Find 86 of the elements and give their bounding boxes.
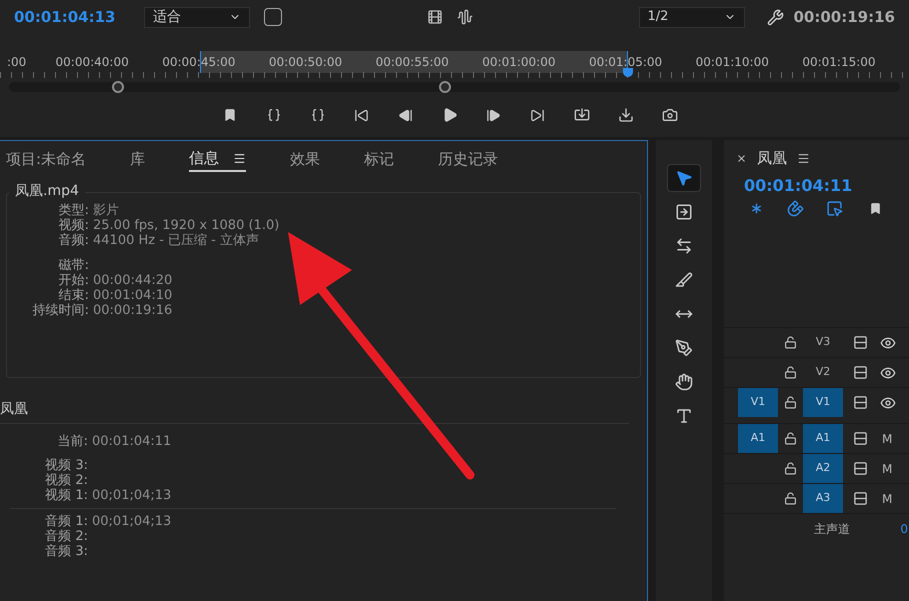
info-value: 25.00 fps, 1920 x 1080 (1.0) — [92, 218, 280, 233]
ruler-time-label: 00:00:40:00 — [56, 55, 129, 69]
resolution-dropdown[interactable]: 1/2 — [638, 6, 744, 28]
scrollbar-handle[interactable] — [439, 81, 451, 93]
ruler-time-label: 00:01:10:00 — [696, 55, 769, 69]
ruler-time-label: 00:01:15:00 — [802, 55, 876, 69]
info-label: 视频 2: — [45, 473, 88, 488]
zoom-dropdown[interactable]: 适合 — [144, 6, 250, 28]
eye-icon[interactable] — [880, 364, 896, 380]
zoom-scrollbar[interactable] — [9, 82, 900, 92]
panel-tab[interactable]: 信息 — [189, 146, 246, 172]
info-label: 音频 2: — [45, 529, 88, 544]
sync-lock-icon[interactable] — [853, 395, 868, 410]
sync-lock-icon[interactable] — [853, 461, 868, 476]
info-label: 磁带: — [58, 258, 89, 273]
selection-tool-icon[interactable] — [667, 164, 701, 192]
sequence-name: 凤凰 — [0, 400, 29, 418]
mute-button[interactable]: M — [882, 490, 892, 508]
snap-icon[interactable] — [787, 200, 804, 217]
ruler-time-label: 00:00:50:00 — [268, 55, 342, 69]
info-value: 影片 — [92, 203, 119, 218]
track-target[interactable]: V2 — [803, 358, 843, 387]
ruler-time-label: 00:00:55:00 — [376, 55, 449, 69]
info-value: 00;01;04;13 — [91, 488, 172, 503]
lock-icon[interactable] — [784, 432, 797, 445]
info-label: 当前: — [58, 434, 88, 449]
sequence-tab-title: 凤凰 — [757, 148, 787, 169]
eye-icon[interactable] — [880, 394, 896, 410]
close-icon[interactable] — [736, 152, 747, 164]
wrench-icon[interactable] — [766, 8, 784, 26]
info-value: 44100 Hz - 已压缩 - 立体声 — [92, 233, 259, 248]
source-patch[interactable]: V1 — [738, 388, 778, 417]
lock-icon[interactable] — [784, 336, 797, 349]
info-label: 视频 1: — [45, 488, 88, 503]
panel-tab[interactable]: 项目:未命名 — [6, 146, 86, 172]
film-icon[interactable] — [427, 9, 444, 25]
sync-lock-icon[interactable] — [853, 491, 868, 506]
panel-tab[interactable]: 历史记录 — [438, 146, 498, 172]
lock-icon[interactable] — [784, 462, 797, 475]
info-value: 00;01;04;13 — [91, 514, 172, 529]
track-target[interactable]: A2 — [803, 454, 843, 483]
panel-tab[interactable]: 库 — [130, 146, 146, 172]
info-label: 音频 3: — [45, 544, 88, 559]
sync-lock-icon[interactable] — [853, 335, 868, 350]
panel-tab[interactable]: 标记 — [364, 146, 394, 172]
mute-button[interactable]: M — [882, 460, 892, 478]
master-volume-value: 0 — [900, 520, 908, 538]
track-target[interactable]: A1 — [803, 424, 843, 453]
info-label: 视频 3: — [45, 458, 88, 473]
info-label: 音频: — [58, 233, 89, 248]
info-label: 音频 1: — [45, 514, 88, 529]
lock-icon[interactable] — [784, 492, 797, 505]
info-label: 开始: — [58, 273, 89, 288]
ruler-time-label: :00 — [7, 55, 26, 69]
timeline-timecode: 00:01:04:11 — [743, 176, 854, 196]
linked-selection-icon[interactable] — [826, 200, 843, 217]
playhead[interactable] — [623, 68, 633, 77]
lock-icon[interactable] — [784, 366, 797, 379]
waveform-icon[interactable] — [457, 9, 474, 25]
mute-button[interactable]: M — [882, 430, 892, 448]
track-target[interactable]: V3 — [803, 328, 843, 357]
lock-icon[interactable] — [784, 396, 797, 409]
info-value: 00:01:04:11 — [91, 434, 172, 449]
sync-lock-icon[interactable] — [853, 365, 868, 380]
duration-timecode: 00:00:19:16 — [794, 6, 895, 28]
info-value: 00:00:44:20 — [92, 273, 172, 288]
scrollbar-handle[interactable] — [112, 81, 124, 93]
source-patch[interactable]: A1 — [738, 424, 778, 453]
panel-menu-icon[interactable] — [797, 152, 810, 164]
track-target[interactable]: V1 — [803, 388, 843, 417]
sync-lock-icon[interactable] — [853, 431, 868, 446]
panel-menu-icon[interactable] — [233, 152, 246, 164]
clip-name: 凤凰.mp4 — [9, 183, 85, 199]
current-timecode: 00:01:04:13 — [14, 6, 116, 28]
eye-icon[interactable] — [880, 334, 896, 350]
info-label: 类型: — [58, 203, 89, 218]
info-label: 视频: — [58, 218, 89, 233]
track-target[interactable]: A3 — [803, 484, 843, 513]
info-label: 持续时间: — [32, 303, 89, 318]
info-value: 00:01:04:10 — [92, 288, 172, 303]
add-marker-icon[interactable] — [869, 202, 882, 215]
ruler-time-label: 00:01:00:00 — [482, 55, 556, 69]
info-value: 00:00:19:16 — [92, 303, 172, 318]
info-label: 结束: — [58, 288, 89, 303]
panel-tab[interactable]: 效果 — [290, 146, 320, 172]
master-track-label: 主声道 — [814, 520, 850, 538]
